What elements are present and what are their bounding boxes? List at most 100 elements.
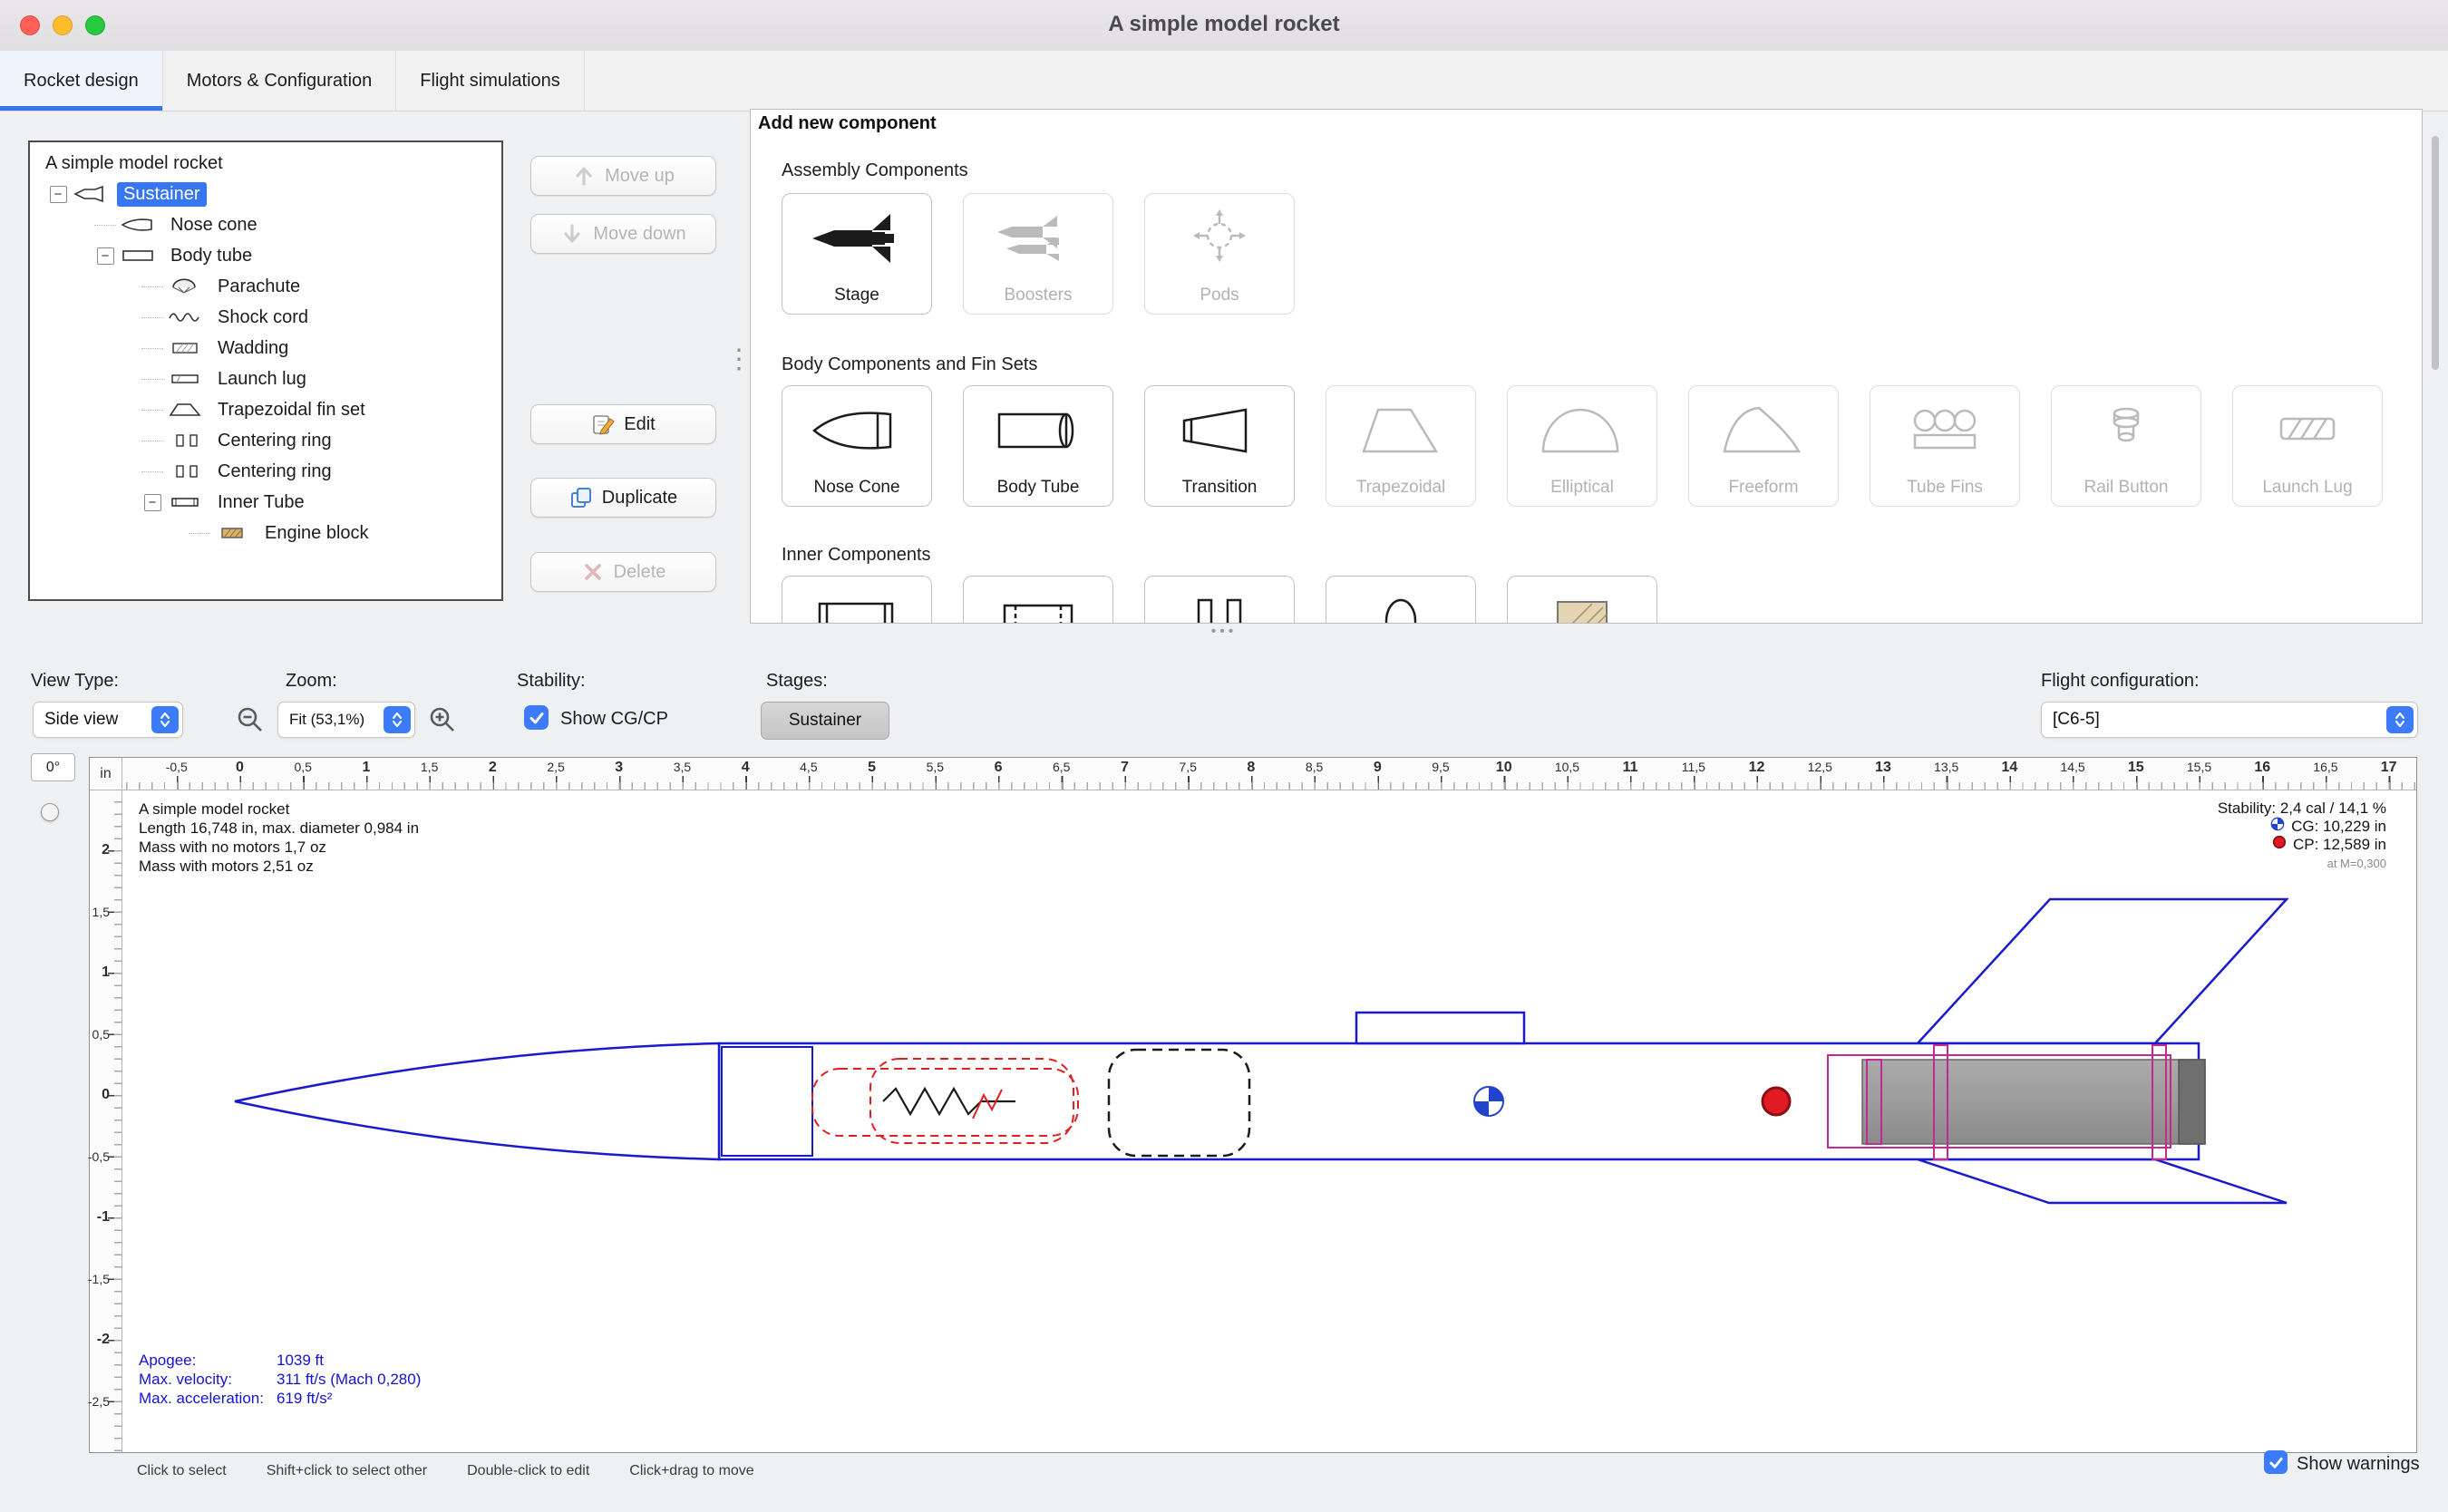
- component-button-launch-lug[interactable]: Launch Lug: [2232, 385, 2383, 507]
- delete-button[interactable]: Delete: [530, 552, 716, 592]
- acceleration-label: Max. acceleration:: [139, 1391, 277, 1407]
- tree-item-shock-cord[interactable]: Shock cord: [30, 302, 501, 333]
- add-component-panel: Add new component Assembly Components St…: [750, 109, 2423, 624]
- component-button-stage[interactable]: Stage: [782, 193, 932, 315]
- component-button-freeform[interactable]: Freeform: [1688, 385, 1839, 507]
- tab-rocket-design[interactable]: Rocket design: [0, 51, 163, 111]
- component-button-elliptical[interactable]: Elliptical: [1507, 385, 1657, 507]
- v-ruler-label: 2: [102, 842, 110, 858]
- component-button-engine-block[interactable]: [1507, 576, 1657, 624]
- move-down-button[interactable]: Move down: [530, 214, 716, 254]
- hint: Click to select: [137, 1463, 227, 1479]
- rocket-name: A simple model rocket: [139, 800, 419, 819]
- tree-item-sustainer[interactable]: Sustainer: [30, 179, 501, 209]
- tree-item-engine-block[interactable]: Engine block: [30, 518, 501, 548]
- chevron-up-down-icon: [384, 706, 411, 733]
- rocket-drawing: [122, 790, 2416, 1452]
- component-button-label: Transition: [1145, 478, 1294, 498]
- rotation-slider[interactable]: [41, 803, 59, 821]
- component-button-pods[interactable]: Pods: [1144, 193, 1295, 315]
- velocity-label: Max. velocity:: [139, 1371, 277, 1388]
- show-warnings-checkbox[interactable]: [2264, 1450, 2288, 1474]
- magnifier-minus-icon: [235, 704, 266, 735]
- h-ruler-label: 4: [742, 760, 750, 776]
- flight-configuration-select[interactable]: [C6-5]: [2041, 702, 2418, 738]
- component-button-coupler[interactable]: [963, 576, 1113, 624]
- component-button-nose-cone[interactable]: Nose Cone: [782, 385, 932, 507]
- fin-set-icon: [168, 402, 204, 418]
- component-button-transition[interactable]: Transition: [1144, 385, 1295, 507]
- component-button-tube-fins[interactable]: Tube Fins: [1870, 385, 2020, 507]
- fin-top[interactable]: [1918, 899, 2287, 1043]
- section-title: Body Components and Fin Sets: [782, 354, 1037, 375]
- component-button-body-tube[interactable]: Body Tube: [963, 385, 1113, 507]
- cp-icon: [2272, 835, 2287, 853]
- view-type-select[interactable]: Side view: [33, 702, 183, 738]
- component-button-inner-tube[interactable]: [782, 576, 932, 624]
- splitter-grip[interactable]: [725, 346, 753, 373]
- collapse-icon[interactable]: [144, 494, 161, 511]
- component-button-label: Boosters: [964, 286, 1112, 305]
- h-ruler-label: 8,5: [1306, 760, 1323, 774]
- tree-item-label: Engine block: [258, 521, 375, 546]
- zoom-in-button[interactable]: [426, 703, 459, 736]
- edit-button[interactable]: Edit: [530, 404, 716, 444]
- nose-cone-icon: [782, 393, 931, 468]
- rotation-value: 0°: [31, 753, 75, 781]
- stage-toggle-sustainer[interactable]: Sustainer: [761, 702, 889, 740]
- component-button-bulkhead[interactable]: [1326, 576, 1476, 624]
- panel-expander-dots[interactable]: [1188, 624, 1260, 640]
- v-ruler-label: 0,5: [92, 1027, 110, 1042]
- component-button-boosters[interactable]: Boosters: [963, 193, 1113, 315]
- tree-item-centering-ring[interactable]: Centering ring: [30, 456, 501, 487]
- view-type-value: Side view: [44, 710, 118, 730]
- tree-item-wadding[interactable]: Wadding: [30, 333, 501, 363]
- component-button-trapezoidal[interactable]: Trapezoidal: [1326, 385, 1476, 507]
- tree-item-inner-tube[interactable]: Inner Tube: [30, 487, 501, 518]
- component-button-centering-ring[interactable]: [1144, 576, 1295, 624]
- inner-tube-icon: [168, 494, 204, 510]
- nose-cone-outline[interactable]: [235, 1043, 719, 1159]
- h-ruler-label: 16: [2254, 760, 2270, 776]
- tree-item-fin-set[interactable]: Trapezoidal fin set: [30, 394, 501, 425]
- tab-label: Flight simulations: [420, 71, 560, 92]
- tab-motors-configuration[interactable]: Motors & Configuration: [163, 51, 397, 111]
- zoom-value: Fit (53,1%): [289, 711, 364, 729]
- window-title: A simple model rocket: [0, 12, 2448, 37]
- stages-label: Stages:: [766, 671, 828, 692]
- fin-bottom[interactable]: [1918, 1159, 2287, 1203]
- zoom-select[interactable]: Fit (53,1%): [277, 702, 415, 738]
- tree-item-parachute[interactable]: Parachute: [30, 271, 501, 302]
- tree-item-label: Trapezoidal fin set: [211, 398, 372, 422]
- motor[interactable]: [1862, 1060, 2205, 1144]
- move-up-button[interactable]: Move up: [530, 156, 716, 196]
- tabbar: Rocket design Motors & Configuration Fli…: [0, 51, 2448, 111]
- tree-item-launch-lug[interactable]: Launch lug: [30, 363, 501, 394]
- duplicate-button[interactable]: Duplicate: [530, 478, 716, 518]
- collapse-icon[interactable]: [50, 186, 67, 203]
- magnifier-plus-icon: [427, 704, 458, 735]
- rocket-canvas[interactable]: A simple model rocket Length 16,748 in, …: [122, 790, 2416, 1452]
- ruler-unit: in: [90, 758, 122, 790]
- scrollbar[interactable]: [2432, 136, 2439, 370]
- stability-value: Stability: 2,4 cal / 14,1 %: [2218, 800, 2386, 817]
- v-ruler-label: -0,5: [88, 1149, 110, 1164]
- tree-toggle-slot: [137, 410, 168, 411]
- coupler-icon: [964, 584, 1112, 624]
- wadding-icon: [168, 340, 204, 356]
- tree-item-centering-ring[interactable]: Centering ring: [30, 425, 501, 456]
- show-cgcp-checkbox[interactable]: [524, 705, 549, 730]
- tree-toggle-slot: [90, 225, 121, 226]
- component-button-rail-button[interactable]: Rail Button: [2051, 385, 2201, 507]
- zoom-out-button[interactable]: [234, 703, 267, 736]
- tab-flight-simulations[interactable]: Flight simulations: [396, 51, 585, 111]
- tree-toggle-slot: [137, 471, 168, 472]
- component-tree: A simple model rocket Sustainer Nose con…: [28, 141, 503, 601]
- tree-item-body-tube[interactable]: Body tube: [30, 240, 501, 271]
- h-ruler-label: 15,5: [2187, 760, 2211, 774]
- tree-item-nose-cone[interactable]: Nose cone: [30, 209, 501, 240]
- tree-item-root[interactable]: A simple model rocket: [30, 148, 501, 179]
- pods-icon: [1145, 201, 1294, 276]
- launch-lug-outline[interactable]: [1356, 1013, 1524, 1043]
- collapse-icon[interactable]: [97, 247, 114, 265]
